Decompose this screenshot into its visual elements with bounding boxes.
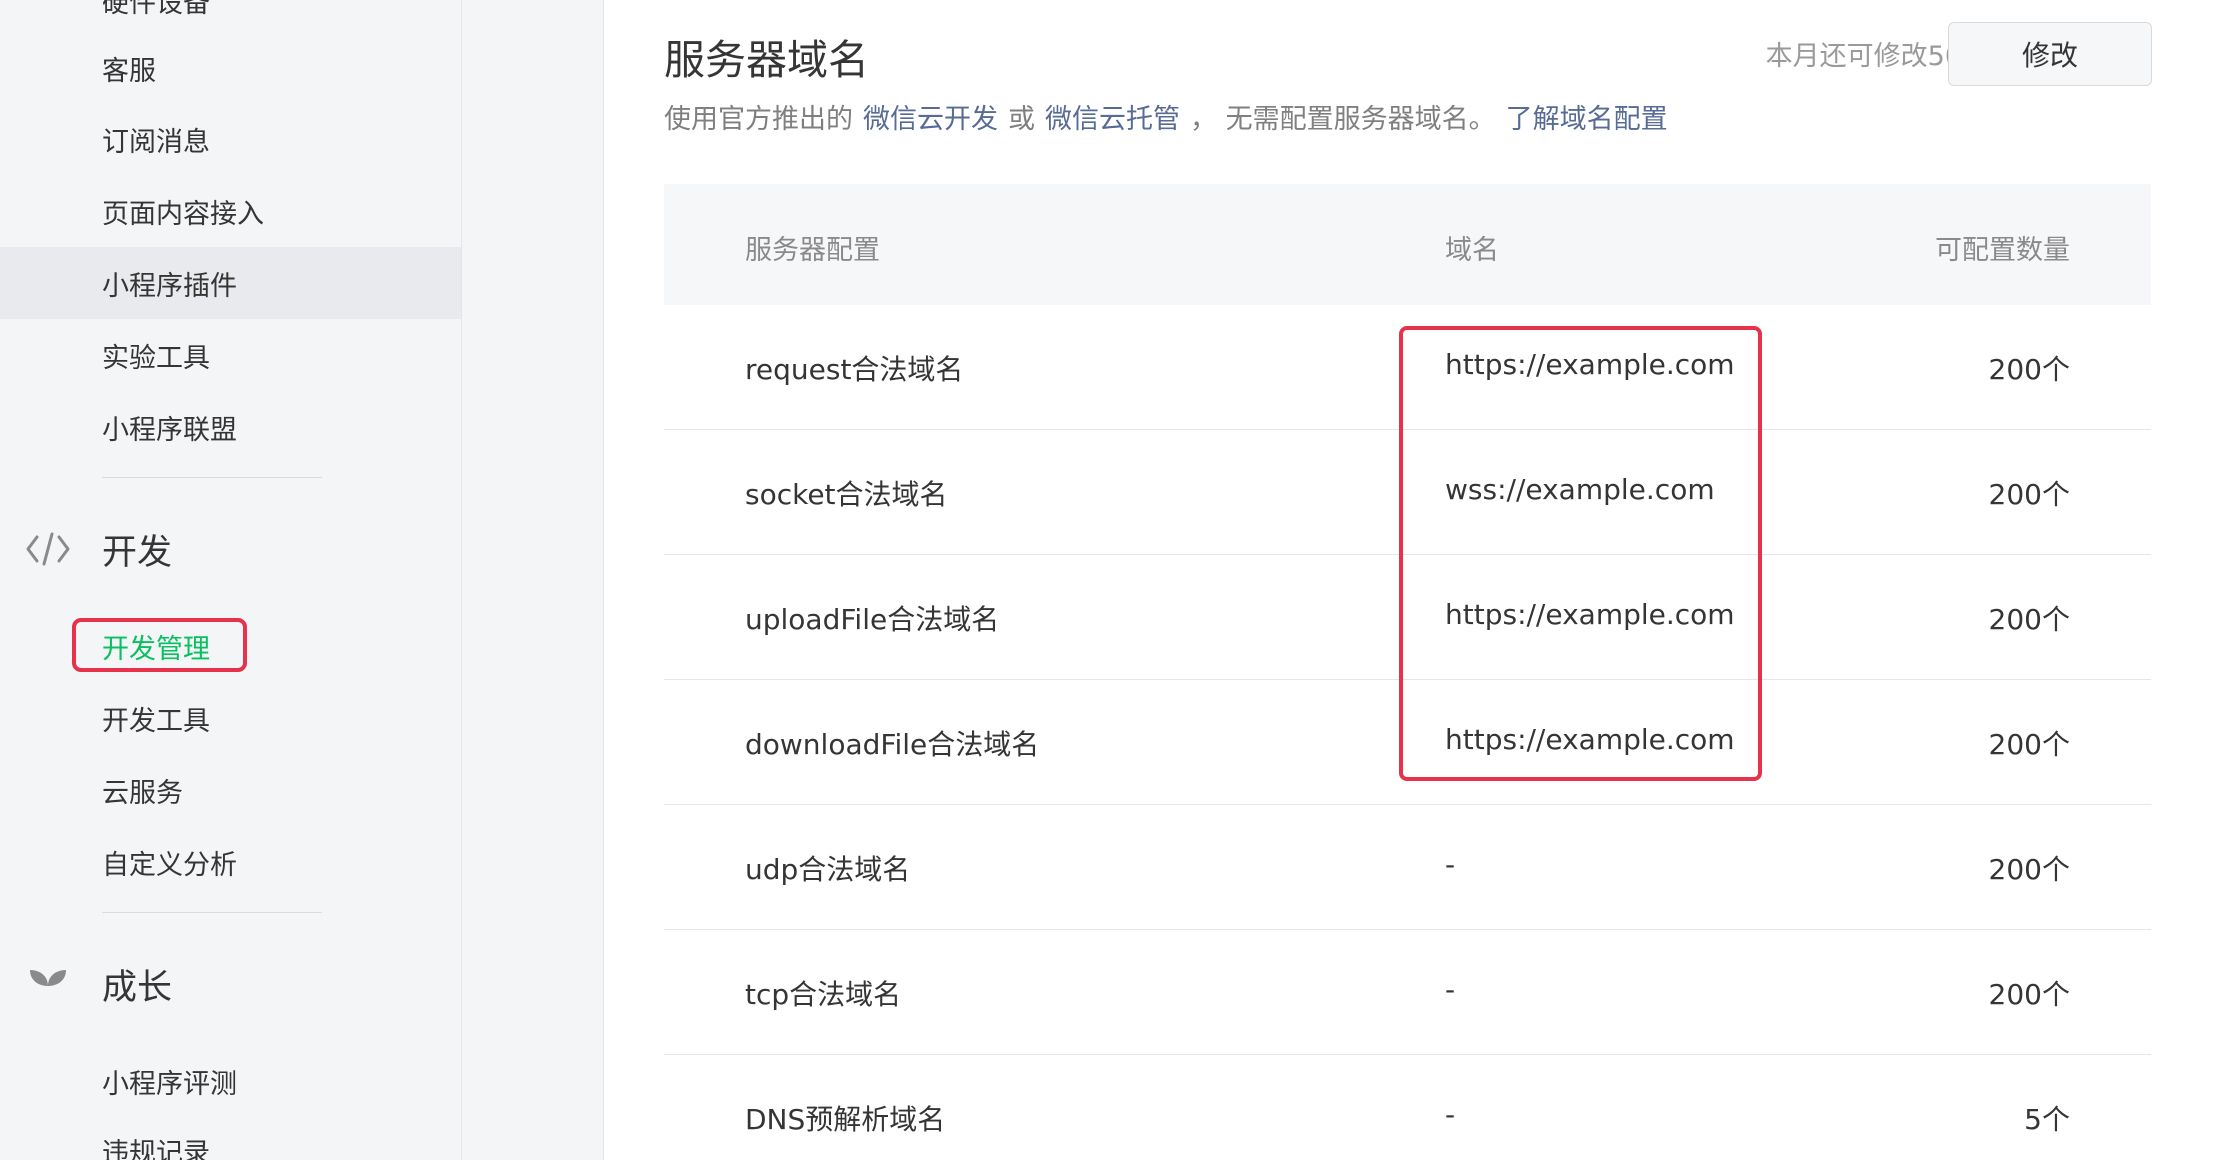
sidebar-item-label: 小程序联盟: [102, 414, 237, 446]
sidebar-item-customer-service[interactable]: 客服: [0, 32, 461, 104]
row-server-config: DNS预解析域名: [745, 1103, 946, 1136]
table-row: request合法域名 https://example.com 200个: [664, 305, 2151, 430]
modify-button[interactable]: 修改: [1948, 22, 2152, 86]
description: 使用官方推出的 微信云开发或微信云托管 ， 无需配置服务器域名。 了解域名配置: [664, 97, 1668, 136]
sidebar: 硬件设备 客服 订阅消息 页面内容接入 小程序插件 实验工具 小程序联盟 开发 …: [0, 0, 462, 1160]
column-header-server-config: 服务器配置: [745, 235, 880, 266]
desc-prefix: 使用官方推出的: [664, 104, 853, 135]
row-domain: -: [1445, 848, 1456, 881]
table-row: uploadFile合法域名 https://example.com 200个: [664, 555, 2151, 680]
domain-table: 服务器配置 域名 可配置数量 request合法域名 https://examp…: [664, 184, 2151, 1160]
table-row: socket合法域名 wss://example.com 200个: [664, 430, 2151, 555]
table-row: udp合法域名 - 200个: [664, 805, 2151, 930]
table-row: tcp合法域名 - 200个: [664, 930, 2151, 1055]
row-server-config: downloadFile合法域名: [745, 728, 1040, 761]
sidebar-item-label: 客服: [102, 55, 156, 87]
main-panel: 服务器域名 本月还可修改50次 修改 使用官方推出的 微信云开发或微信云托管， 无…: [603, 0, 2222, 1160]
sidebar-item-subscribe-message[interactable]: 订阅消息: [0, 103, 461, 175]
row-count: 200个: [1988, 728, 2070, 761]
sidebar-item-label: 实验工具: [102, 342, 210, 374]
sidebar-item-label: 小程序插件: [102, 270, 237, 302]
row-domain: wss://example.com: [1445, 473, 1715, 506]
sidebar-item-label: 订阅消息: [102, 126, 210, 158]
row-domain: -: [1445, 973, 1456, 1006]
sidebar-item-label: 违规记录: [102, 1137, 210, 1160]
sidebar-item-violation-records[interactable]: 违规记录: [0, 1114, 461, 1160]
row-server-config: uploadFile合法域名: [745, 603, 1000, 636]
row-server-config: tcp合法域名: [745, 978, 902, 1011]
sidebar-divider: [102, 477, 322, 478]
code-icon: [24, 525, 72, 573]
wechat-cloud-dev-link[interactable]: 微信云开发: [863, 104, 998, 135]
sidebar-section-growth: 成长: [0, 948, 461, 1020]
sidebar-section-title: 开发: [102, 532, 173, 573]
sidebar-item-label: 自定义分析: [102, 849, 237, 881]
sidebar-item-hardware[interactable]: 硬件设备: [0, 0, 461, 36]
row-domain: -: [1445, 1098, 1456, 1131]
row-count: 200个: [1988, 853, 2070, 886]
table-row: downloadFile合法域名 https://example.com 200…: [664, 680, 2151, 805]
sidebar-item-lab-tools[interactable]: 实验工具: [0, 319, 461, 391]
row-server-config: request合法域名: [745, 353, 964, 386]
sidebar-item-label: 云服务: [102, 777, 183, 809]
row-domain: https://example.com: [1445, 723, 1735, 756]
sidebar-item-plugin[interactable]: 小程序插件: [0, 247, 461, 319]
table-row: DNS预解析域名 - 5个: [664, 1055, 2151, 1160]
row-domain: https://example.com: [1445, 598, 1735, 631]
sidebar-section-title: 成长: [102, 967, 173, 1008]
sidebar-item-cloud-service[interactable]: 云服务: [0, 754, 461, 826]
row-count: 200个: [1988, 353, 2070, 386]
sidebar-divider: [102, 912, 322, 913]
sidebar-item-label: 页面内容接入: [102, 198, 264, 230]
desc-or: 或: [1008, 104, 1035, 135]
desc-suffix: ， 无需配置服务器域名。: [1190, 104, 1496, 135]
row-server-config: udp合法域名: [745, 853, 911, 886]
content-gutter: [462, 0, 603, 1160]
sidebar-item-page-content[interactable]: 页面内容接入: [0, 175, 461, 247]
row-count: 200个: [1988, 603, 2070, 636]
row-server-config: socket合法域名: [745, 478, 948, 511]
wechat-cloud-hosting-link[interactable]: 微信云托管: [1045, 104, 1180, 135]
sidebar-item-label: 小程序评测: [102, 1068, 237, 1100]
sidebar-item-custom-analysis[interactable]: 自定义分析: [0, 826, 461, 898]
row-count: 200个: [1988, 978, 2070, 1011]
learn-domain-config-link[interactable]: 了解域名配置: [1506, 104, 1668, 135]
sprout-icon: [24, 960, 72, 1008]
sidebar-item-alliance[interactable]: 小程序联盟: [0, 391, 461, 463]
sidebar-item-label: 硬件设备: [102, 0, 210, 19]
row-count: 5个: [2024, 1103, 2070, 1136]
column-header-domain: 域名: [1445, 235, 1499, 266]
page-title: 服务器域名: [664, 36, 869, 84]
column-header-count: 可配置数量: [1935, 235, 2070, 266]
sidebar-item-label: 开发工具: [102, 705, 210, 737]
sidebar-item-dev-management[interactable]: 开发管理: [0, 610, 461, 682]
sidebar-item-label: 开发管理: [102, 633, 210, 665]
table-header: 服务器配置 域名 可配置数量: [664, 184, 2151, 305]
row-domain: https://example.com: [1445, 348, 1735, 381]
sidebar-item-evaluation[interactable]: 小程序评测: [0, 1045, 461, 1117]
row-count: 200个: [1988, 478, 2070, 511]
sidebar-item-dev-tools[interactable]: 开发工具: [0, 682, 461, 754]
sidebar-section-develop: 开发: [0, 513, 461, 585]
